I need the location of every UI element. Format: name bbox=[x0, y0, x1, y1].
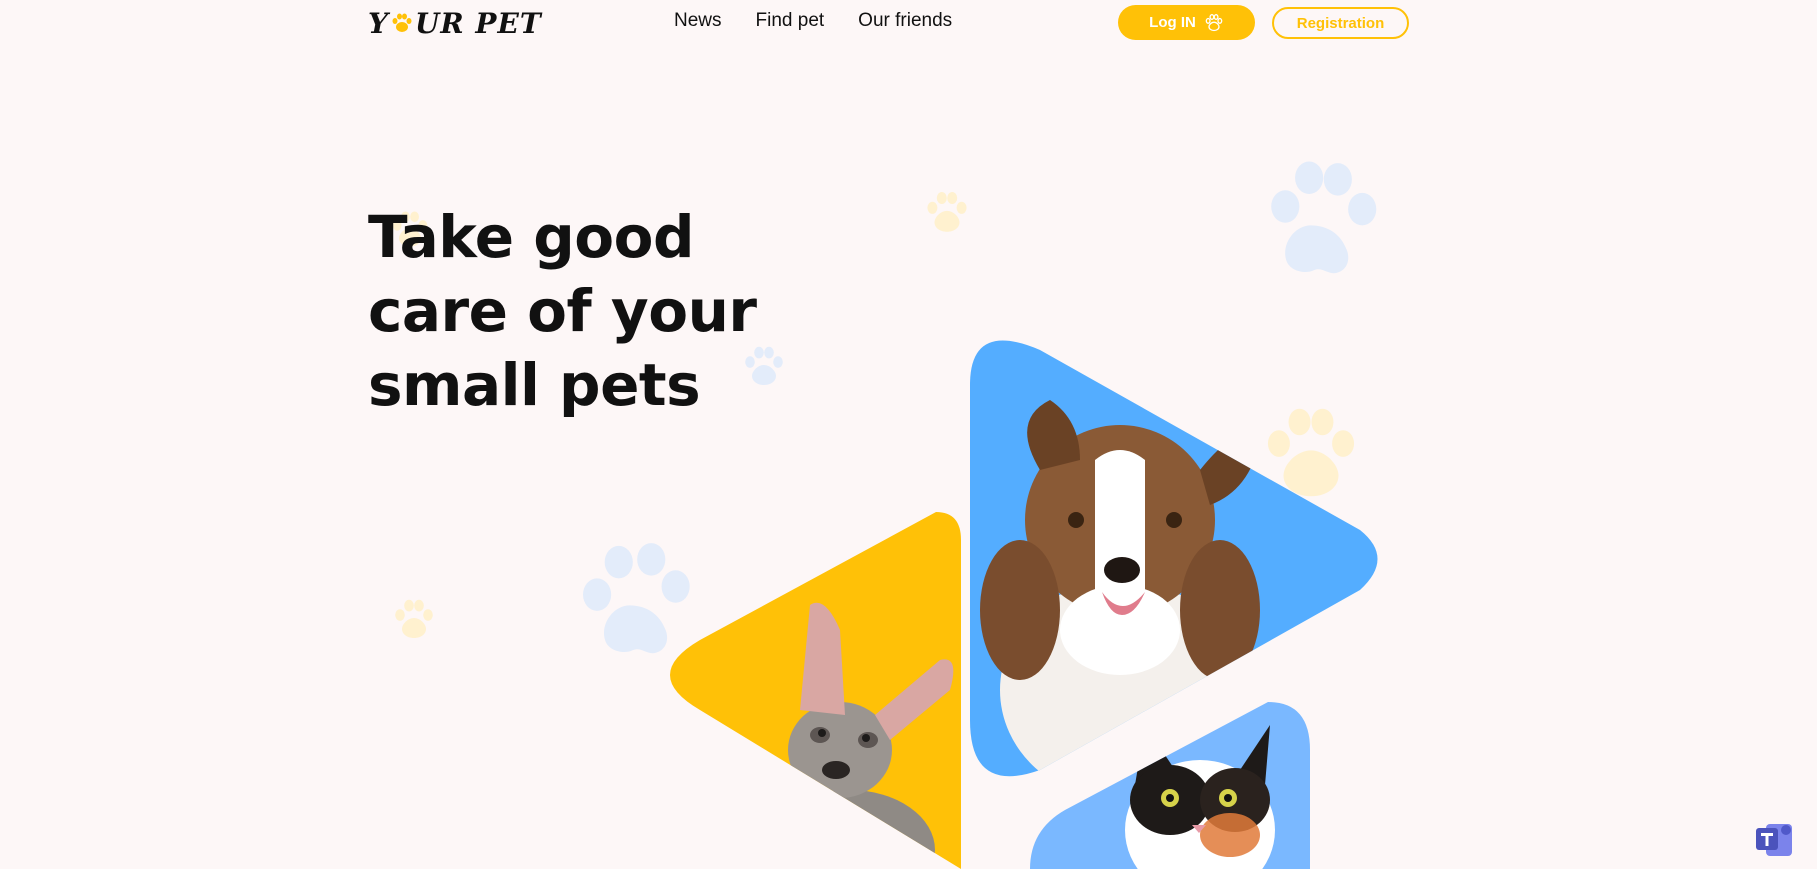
nav-our-friends[interactable]: Our friends bbox=[858, 10, 952, 32]
login-label: Log IN bbox=[1149, 14, 1196, 31]
dog-card bbox=[970, 340, 1378, 777]
paw-icon bbox=[1205, 13, 1223, 31]
nav-find-pet[interactable]: Find pet bbox=[756, 10, 825, 32]
home-page: Y UR PET News Find pet Our friends Log I… bbox=[0, 0, 1817, 869]
main-nav: News Find pet Our friends bbox=[674, 10, 952, 32]
paw-icon bbox=[927, 191, 967, 232]
teams-icon[interactable] bbox=[1752, 818, 1796, 862]
logo-text-end: UR PET bbox=[415, 6, 542, 40]
logo-paw-icon bbox=[392, 13, 412, 32]
paw-icon bbox=[395, 599, 433, 638]
puppy-card bbox=[670, 512, 961, 869]
registration-button[interactable]: Registration bbox=[1272, 7, 1409, 39]
site-logo[interactable]: Y UR PET bbox=[368, 6, 542, 40]
hero-pets-illustration bbox=[670, 340, 1378, 869]
nav-news[interactable]: News bbox=[674, 10, 722, 32]
login-button[interactable]: Log IN bbox=[1118, 5, 1255, 40]
registration-label: Registration bbox=[1296, 14, 1385, 32]
paw-icon bbox=[1271, 161, 1377, 274]
logo-text-start: Y bbox=[368, 6, 389, 40]
